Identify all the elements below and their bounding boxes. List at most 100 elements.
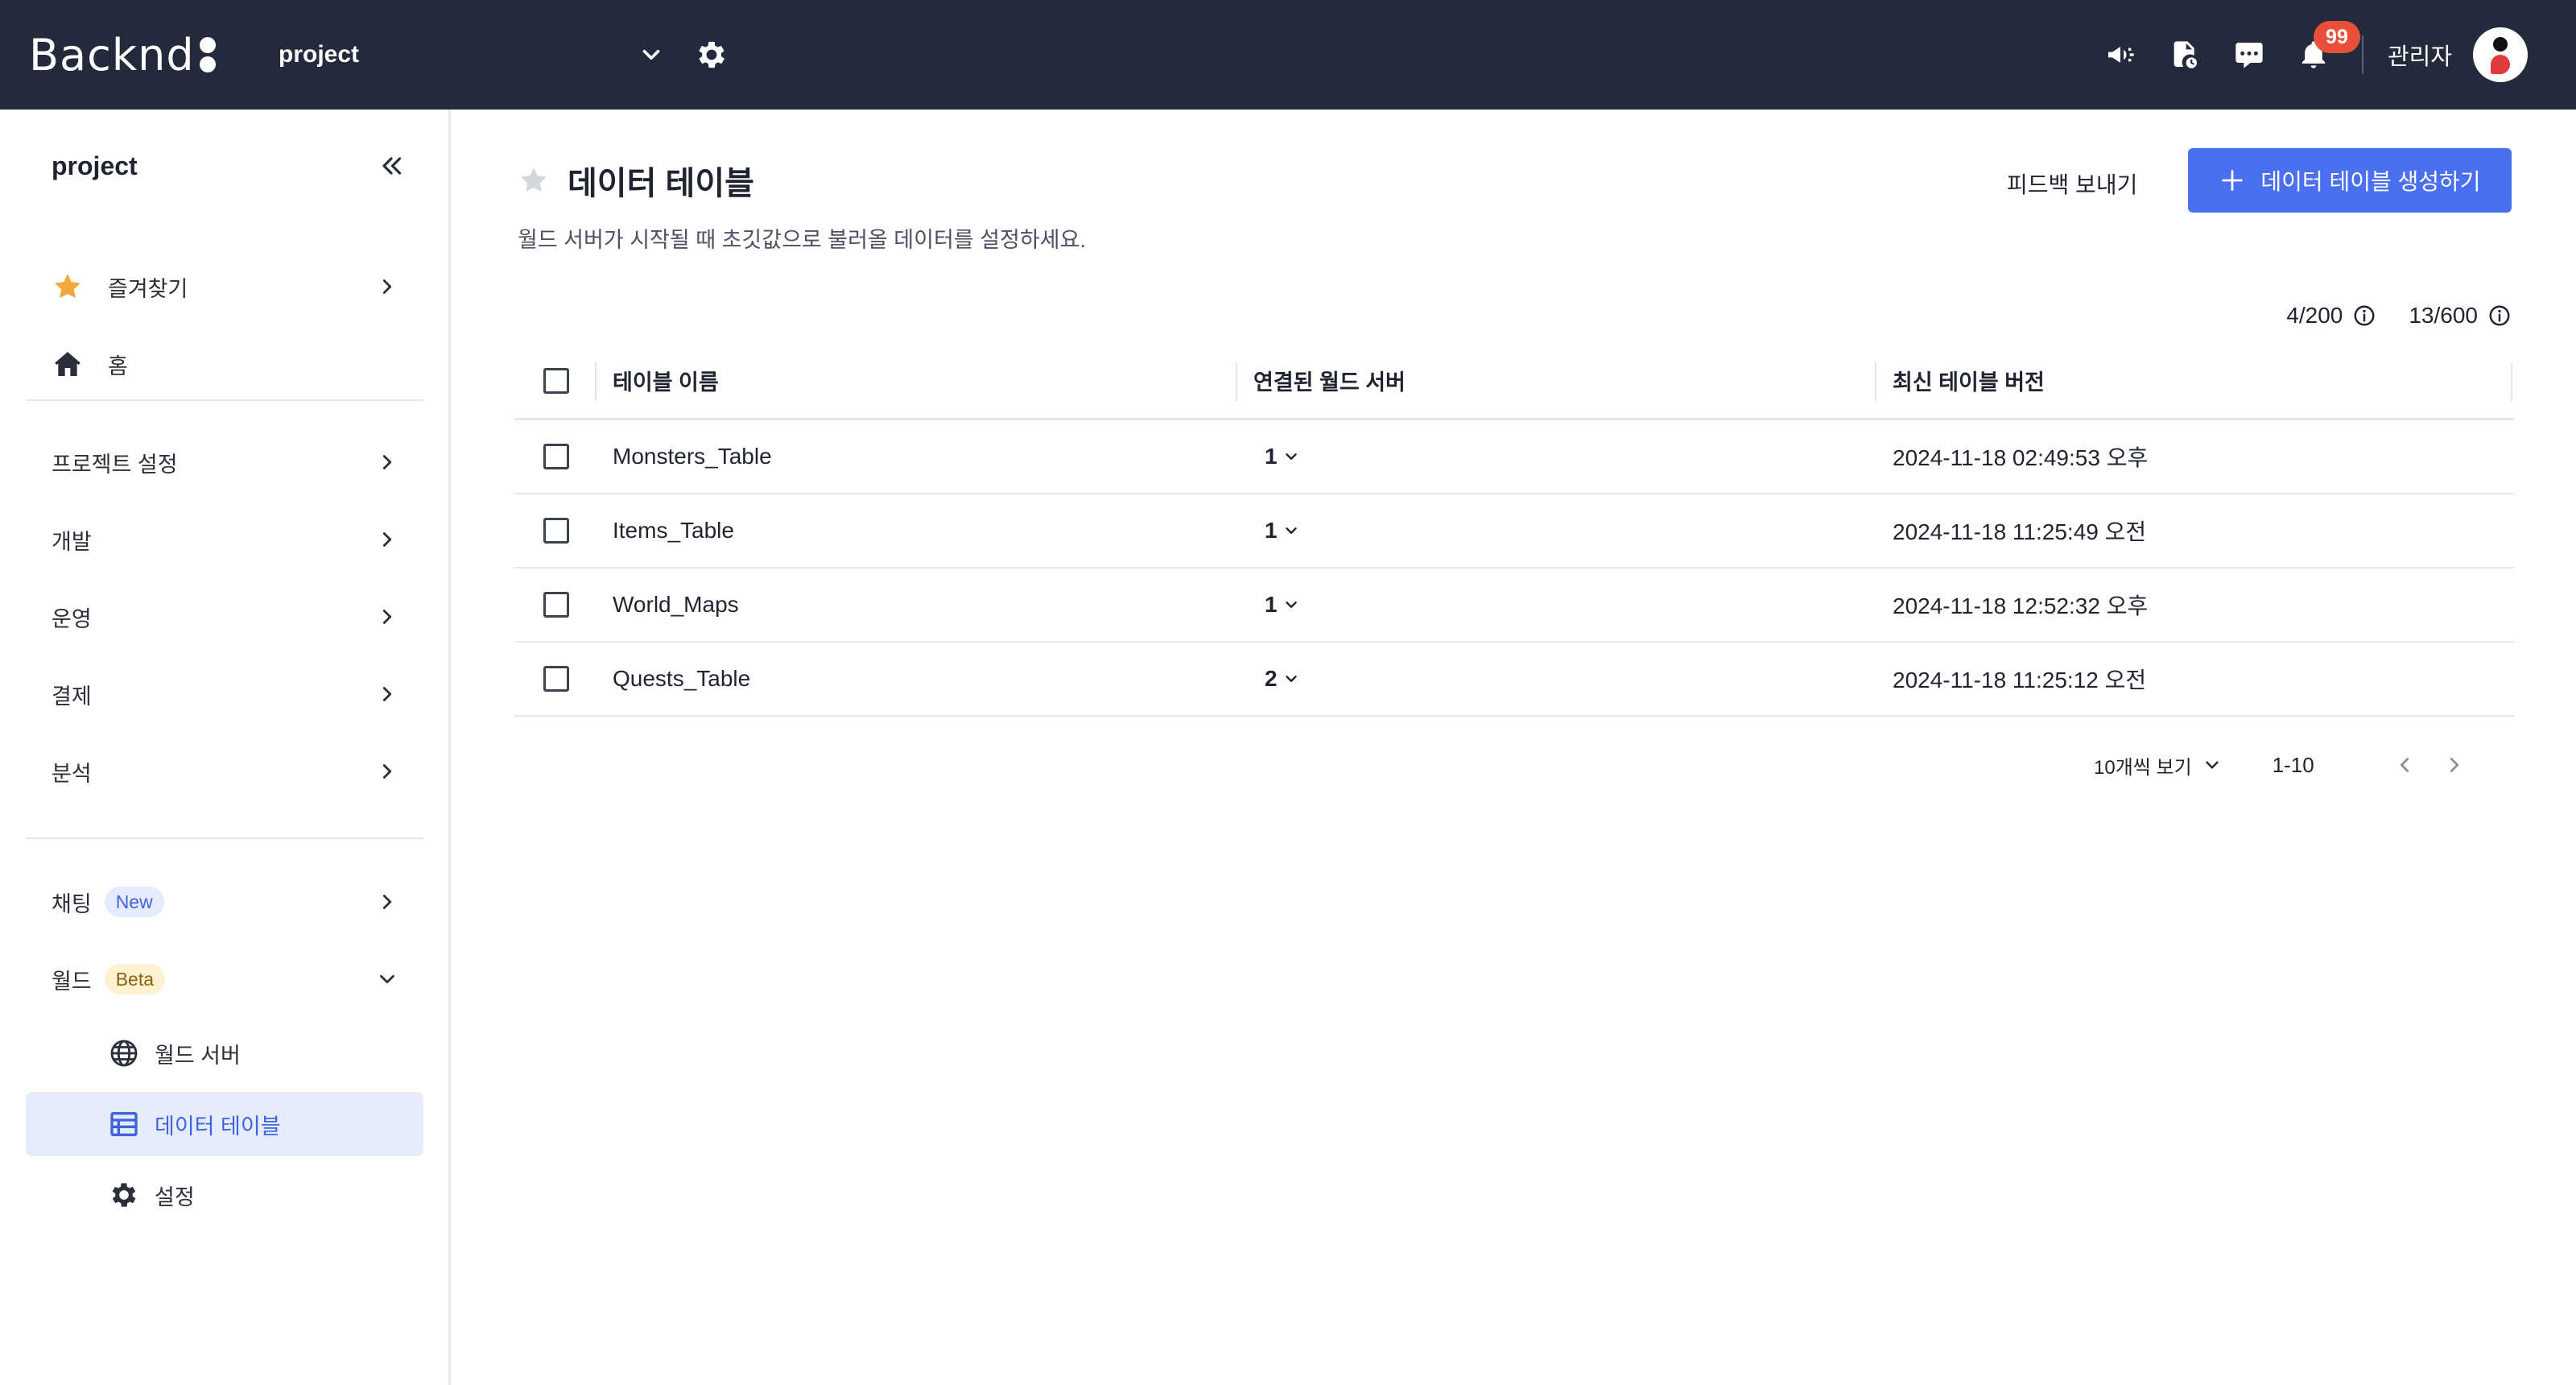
- create-data-table-label: 데이터 테이블 생성하기: [2260, 169, 2481, 194]
- row-checkbox[interactable]: [543, 592, 569, 618]
- chevron-right-icon: [382, 895, 392, 909]
- notification-count-badge: 99: [2313, 21, 2360, 53]
- latest-version: 2024-11-18 02:49:53 오후: [1893, 445, 2149, 470]
- chevron-down-icon: [1285, 676, 1297, 682]
- star-icon: [55, 274, 80, 299]
- row-checkbox[interactable]: [543, 518, 569, 544]
- sidebar-item-operations[interactable]: 운영: [26, 585, 423, 649]
- project-select-label: project: [279, 41, 360, 68]
- sidebar-item-home[interactable]: 홈: [26, 332, 423, 396]
- server-count-dropdown[interactable]: 2: [1265, 666, 1300, 692]
- latest-version: 2024-11-18 12:52:32 오후: [1893, 593, 2149, 618]
- sidebar-item-world-server[interactable]: 월드 서버: [26, 1021, 423, 1085]
- sidebar-item-payment[interactable]: 결제: [26, 662, 423, 726]
- column-header-version[interactable]: 최신 테이블 버전: [1876, 365, 2514, 396]
- chevron-right-icon: [382, 279, 392, 294]
- server-count-dropdown[interactable]: 1: [1265, 444, 1300, 469]
- column-header-name[interactable]: 테이블 이름: [598, 365, 1237, 396]
- chevron-down-icon: [380, 974, 394, 984]
- sidebar-item-chat[interactable]: 채팅 New: [26, 870, 423, 934]
- latest-version: 2024-11-18 11:25:12 오전: [1893, 668, 2147, 692]
- notification-button[interactable]: 99: [2296, 21, 2360, 72]
- sidebar-item-label: 분석: [52, 761, 92, 786]
- document-icon: [2174, 41, 2197, 68]
- info-icon[interactable]: [2487, 304, 2512, 328]
- new-badge: New: [104, 887, 164, 917]
- column-header-servers[interactable]: 연결된 월드 서버: [1237, 365, 1876, 396]
- top-bar: Backnd project 99 관리자: [0, 0, 2576, 110]
- pagination: 10개씩 보기 1-10: [2094, 742, 2471, 788]
- next-page-button[interactable]: [2438, 749, 2471, 781]
- info-icon[interactable]: [2352, 304, 2376, 328]
- logo-mark: [199, 35, 217, 74]
- plus-icon: [2222, 170, 2244, 191]
- top-bar-divider: [2361, 35, 2363, 74]
- sidebar-item-label: 결제: [52, 684, 92, 709]
- sidebar-item-favorites[interactable]: 즐겨찾기: [26, 254, 423, 319]
- chat-icon: [2235, 43, 2263, 68]
- sidebar-project-name: project: [52, 151, 138, 180]
- chevron-right-icon: [382, 610, 392, 624]
- table-name[interactable]: Quests_Table: [598, 666, 1237, 692]
- table-row[interactable]: World_Maps 1 2024-11-18 12:52:32 오후: [514, 568, 2514, 643]
- table-row[interactable]: Quests_Table 2 2024-11-18 11:25:12 오전: [514, 643, 2514, 717]
- sidebar-item-project-settings[interactable]: 프로젝트 설정: [26, 430, 423, 494]
- megaphone-icon: [2107, 47, 2134, 63]
- chevron-down-icon: [1285, 527, 1297, 534]
- sidebar-divider: [26, 399, 423, 401]
- server-count-dropdown[interactable]: 1: [1265, 592, 1300, 618]
- table-quota: 4/200: [2286, 303, 2376, 329]
- announcement-button[interactable]: [2103, 37, 2138, 72]
- table-name[interactable]: Monsters_Table: [598, 444, 1237, 469]
- feedback-button[interactable]: 피드백 보내기: [2007, 166, 2137, 201]
- logo[interactable]: Backnd: [29, 23, 217, 87]
- project-select[interactable]: project: [279, 35, 665, 74]
- sidebar-item-analytics[interactable]: 분석: [26, 739, 423, 804]
- table-icon: [110, 1112, 138, 1136]
- table-name[interactable]: Items_Table: [598, 518, 1237, 544]
- avatar[interactable]: [2473, 27, 2528, 82]
- page-header: 데이터 테이블: [518, 158, 754, 203]
- collapse-sidebar-icon[interactable]: [377, 151, 406, 180]
- select-all-checkbox[interactable]: [543, 367, 569, 394]
- prev-page-button[interactable]: [2388, 749, 2421, 781]
- gear-icon: [112, 1183, 136, 1207]
- chat-button[interactable]: [2231, 37, 2267, 72]
- chevron-right-icon: [382, 532, 392, 547]
- page-title: 데이터 테이블: [568, 166, 754, 201]
- sidebar-item-label: 홈: [108, 353, 128, 378]
- admin-label[interactable]: 관리자: [2388, 38, 2452, 72]
- table-quota-value: 4/200: [2286, 303, 2343, 328]
- sidebar: project 즐겨찾기 홈 프로젝트 설정 개발 운영 결제 분석 채팅 Ne…: [0, 110, 451, 1385]
- data-table-list: 테이블 이름 연결된 월드 서버 최신 테이블 버전 Monsters_Tabl…: [514, 343, 2514, 717]
- server-count: 1: [1265, 444, 1278, 469]
- chevron-right-icon: [382, 687, 392, 701]
- column-divider: [2511, 362, 2512, 401]
- quota-summary: 4/200 13/600: [2254, 300, 2512, 332]
- per-page-label: 10개씩 보기: [2094, 756, 2192, 779]
- sidebar-item-world-settings[interactable]: 설정: [26, 1163, 423, 1227]
- sidebar-header: project: [52, 147, 406, 185]
- table-row[interactable]: Items_Table 1 2024-11-18 11:25:49 오전: [514, 494, 2514, 568]
- row-quota-value: 13/600: [2409, 303, 2478, 328]
- sidebar-item-development[interactable]: 개발: [26, 507, 423, 572]
- document-button[interactable]: [2167, 37, 2202, 72]
- create-data-table-button[interactable]: 데이터 테이블 생성하기: [2188, 148, 2512, 213]
- sidebar-item-label: 운영: [52, 606, 92, 631]
- column-divider: [1236, 362, 1237, 401]
- globe-icon: [110, 1040, 138, 1067]
- chevron-right-icon: [382, 455, 392, 469]
- row-checkbox[interactable]: [543, 666, 569, 692]
- main-content: 데이터 테이블 월드 서버가 시작될 때 초깃값으로 불러올 데이터를 설정하세…: [453, 110, 2576, 1385]
- star-outline-icon[interactable]: [518, 164, 550, 196]
- row-checkbox[interactable]: [543, 444, 569, 469]
- server-count-dropdown[interactable]: 1: [1265, 518, 1300, 544]
- per-page-select[interactable]: 10개씩 보기: [2094, 751, 2223, 779]
- table-name[interactable]: World_Maps: [598, 592, 1237, 618]
- sidebar-item-data-table[interactable]: 데이터 테이블: [26, 1092, 423, 1156]
- table-row[interactable]: Monsters_Table 1 2024-11-18 02:49:53 오후: [514, 420, 2514, 494]
- sidebar-item-world[interactable]: 월드 Beta: [26, 947, 423, 1011]
- gear-icon[interactable]: [694, 37, 729, 72]
- page-range: 1-10: [2272, 752, 2314, 777]
- server-count: 1: [1265, 518, 1278, 543]
